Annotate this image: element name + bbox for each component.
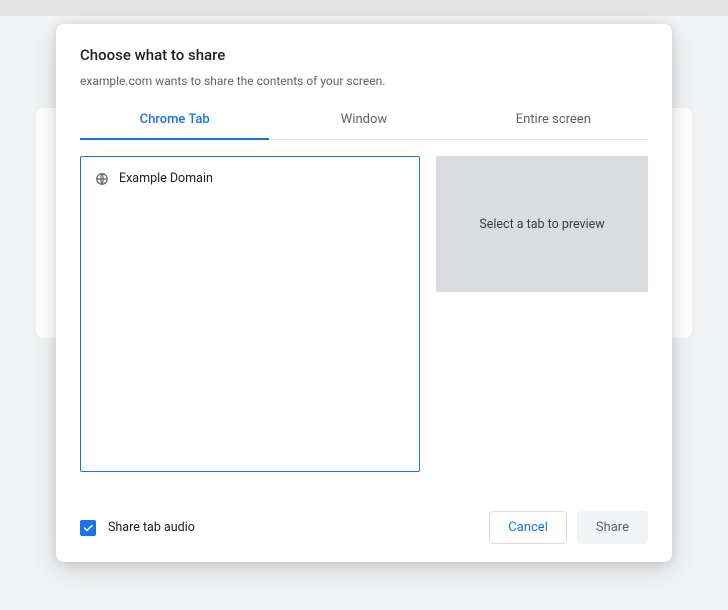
globe-icon — [95, 172, 109, 186]
browser-topbar — [0, 0, 728, 16]
share-type-tabs: Chrome Tab Window Entire screen — [80, 102, 648, 140]
dialog-buttons: Cancel Share — [489, 511, 648, 544]
dialog-subtitle: example.com wants to share the contents … — [80, 74, 648, 88]
preview-panel: Select a tab to preview — [436, 156, 648, 292]
tab-list-item[interactable]: Example Domain — [89, 167, 411, 190]
share-audio-label: Share tab audio — [108, 520, 195, 535]
tab-list[interactable]: Example Domain — [80, 156, 420, 472]
share-audio-row: Share tab audio — [80, 520, 195, 536]
content-area: Example Domain Select a tab to preview — [80, 156, 648, 499]
dialog-title: Choose what to share — [80, 46, 648, 64]
dialog-footer: Share tab audio Cancel Share — [80, 499, 648, 544]
cancel-button[interactable]: Cancel — [489, 511, 567, 544]
share-audio-checkbox[interactable] — [80, 520, 96, 536]
share-button[interactable]: Share — [577, 511, 648, 544]
tab-entire-screen[interactable]: Entire screen — [459, 102, 648, 139]
tab-window[interactable]: Window — [269, 102, 458, 139]
tab-list-item-label: Example Domain — [119, 171, 213, 186]
tab-chrome-tab[interactable]: Chrome Tab — [80, 102, 269, 139]
preview-placeholder: Select a tab to preview — [479, 217, 604, 232]
share-dialog: Choose what to share example.com wants t… — [56, 24, 672, 562]
